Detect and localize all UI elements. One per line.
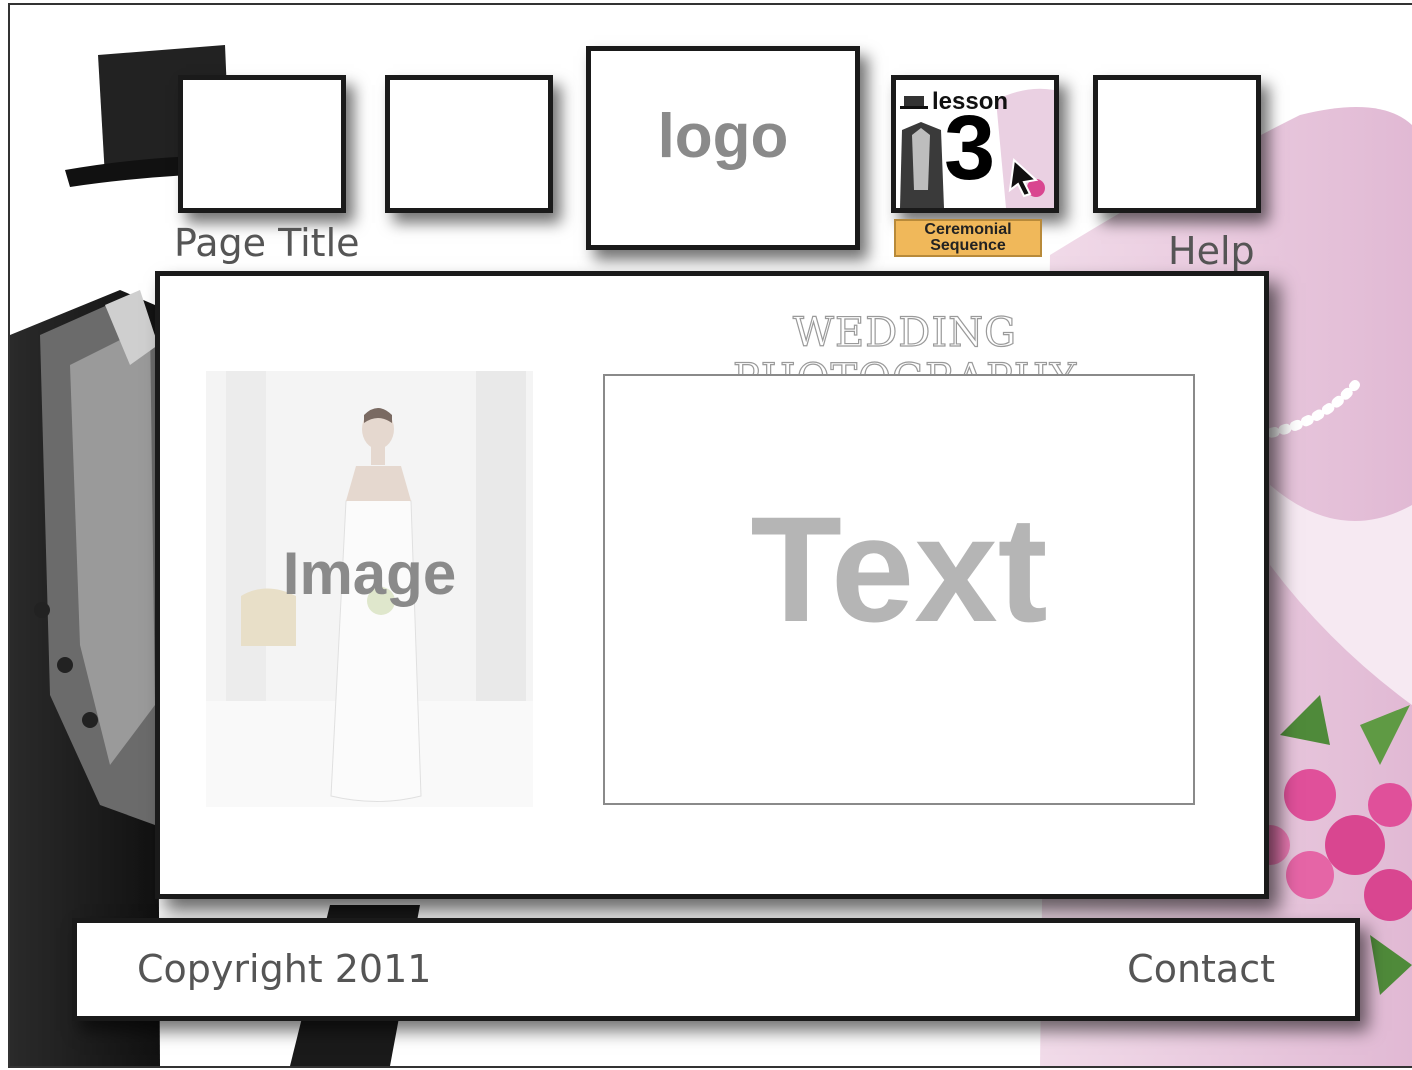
footer-bar: Copyright 2011 Contact xyxy=(72,918,1360,1021)
nav-box-2[interactable] xyxy=(385,75,553,213)
text-placeholder: Text xyxy=(603,374,1195,805)
contact-link[interactable]: Contact xyxy=(1127,947,1275,991)
help-box[interactable] xyxy=(1093,75,1261,213)
text-label: Text xyxy=(750,485,1048,653)
logo-text: logo xyxy=(657,102,789,171)
page-title: Page Title xyxy=(174,221,360,265)
lesson-number: 3 xyxy=(944,97,996,199)
nav-box-1[interactable] xyxy=(178,75,346,213)
help-link[interactable]: Help xyxy=(1168,229,1255,273)
image-label: Image xyxy=(282,540,457,607)
lesson-card: lesson 3 xyxy=(896,80,1054,208)
ceremonial-sequence-badge[interactable]: Ceremonial Sequence xyxy=(894,219,1042,257)
badge-line-2: Sequence xyxy=(930,237,1006,254)
lesson-3-button[interactable]: lesson 3 xyxy=(891,75,1059,213)
badge-line-1: Ceremonial xyxy=(924,221,1012,238)
logo-box[interactable]: logo xyxy=(586,46,860,250)
wireframe-page: logo lesson 3 Ceremonial Sequence Page T… xyxy=(8,3,1412,1068)
main-content-panel: WEDDING PHOTOGRAPHY Image Text xyxy=(155,271,1269,899)
image-placeholder: Image xyxy=(206,371,533,807)
copyright-text: Copyright 2011 xyxy=(137,947,432,991)
